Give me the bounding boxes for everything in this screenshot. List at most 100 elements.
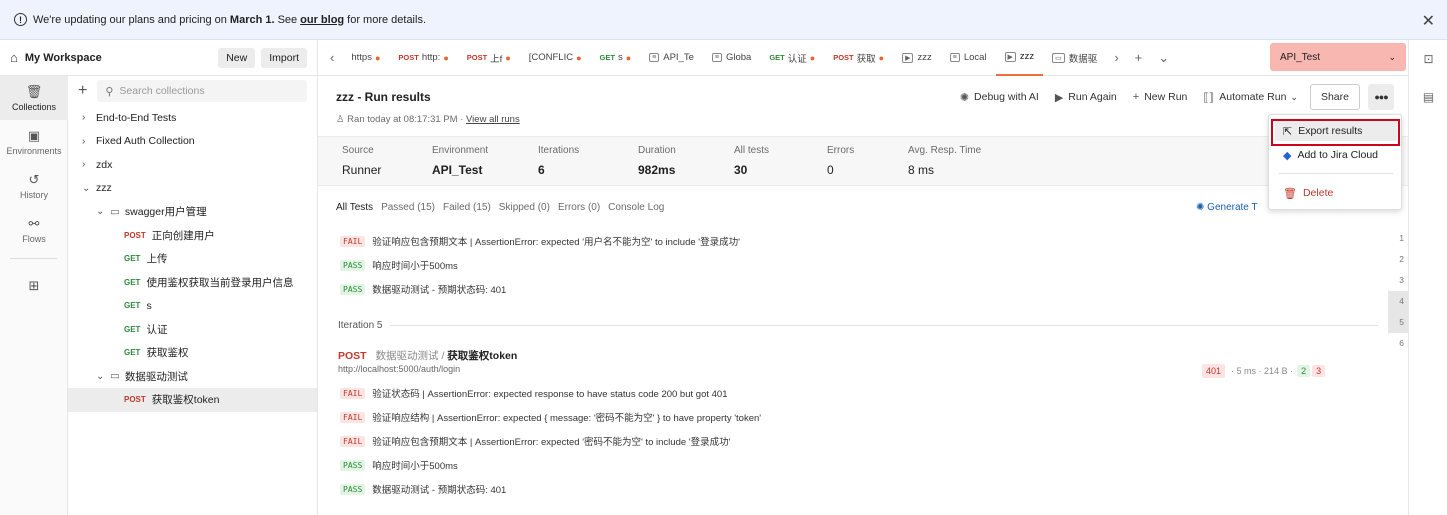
iteration-number[interactable]: 3	[1388, 270, 1408, 291]
tree-item-request[interactable]: GET 使用鉴权获取当前登录用户信息	[68, 271, 317, 295]
tree-item-request[interactable]: POST 正向创建用户	[68, 224, 317, 248]
close-banner-icon[interactable]: ✕	[1422, 11, 1435, 31]
stat-label: Source	[342, 145, 374, 156]
test-result-row: PASS 响应时间小于500ms	[340, 458, 458, 472]
tree-item-request[interactable]: GET 上传	[68, 247, 317, 271]
tree-item-folder[interactable]: ⌄ ▭ swagger用户管理	[68, 200, 317, 224]
iteration-number[interactable]: 4	[1388, 291, 1408, 312]
debug-with-ai-button[interactable]: ✺ Debug with AI	[960, 91, 1039, 104]
tab-console-log[interactable]: Console Log	[608, 202, 664, 213]
generate-label: Generate T	[1207, 202, 1258, 213]
action-label: New Run	[1144, 91, 1188, 103]
environment-select[interactable]: API_Test ⌄	[1270, 43, 1406, 71]
generate-tests-link[interactable]: ✺ Generate T	[1196, 202, 1258, 213]
tab[interactable]: POST 上f ●	[458, 40, 520, 76]
tab[interactable]: ≡ API_Te	[640, 40, 703, 76]
view-all-runs-link[interactable]: View all runs	[466, 114, 520, 125]
tab-label: 数据驱	[1068, 53, 1098, 65]
new-tab-icon[interactable]: +	[1127, 50, 1151, 65]
unsaved-dot-icon: ●	[443, 52, 449, 63]
tab[interactable]: ▶ zzz	[893, 40, 941, 76]
iteration-number[interactable]: 6	[1388, 333, 1408, 354]
new-run-button[interactable]: + New Run	[1133, 91, 1188, 103]
tab[interactable]: GET 认证 ●	[760, 40, 824, 76]
search-placeholder: Search collections	[119, 85, 205, 97]
sidebar-item-history[interactable]: ↺ History	[0, 164, 68, 208]
tree-item-folder[interactable]: ⌄ ▭ 数据驱动测试	[68, 365, 317, 389]
chevron-down-icon: ⌄	[96, 206, 105, 218]
request-name[interactable]: 获取鉴权token	[447, 350, 517, 362]
sidebar-item-label: History	[19, 190, 48, 200]
tab[interactable]: [CONFLIC ●	[520, 40, 591, 76]
right-rail: ⊡ ▤	[1408, 40, 1447, 515]
tab-method: POST	[833, 53, 854, 62]
grid-plus-icon: ⊞	[28, 278, 40, 293]
sidebar-item-configure[interactable]: ⊞	[0, 265, 68, 309]
iteration-number[interactable]: 1	[1388, 228, 1408, 249]
workspace-icon: ⌂	[10, 50, 18, 65]
tab[interactable]: ≡ Local	[941, 40, 996, 76]
collections-panel: + ⚲ Search collections › End-to-End Test…	[68, 76, 318, 515]
tree-item-collection[interactable]: › End-to-End Tests	[68, 106, 317, 130]
export-results-menu-item[interactable]: ⇱ Export results	[1275, 121, 1397, 141]
tab-active[interactable]: ▶ zzz	[995, 40, 1044, 76]
run-again-button[interactable]: ▶ Run Again	[1055, 91, 1117, 104]
sidebar-item-flows[interactable]: ⚯ Flows	[0, 208, 68, 252]
tab-skipped[interactable]: Skipped (0)	[499, 202, 550, 213]
method-badge: GET	[124, 254, 141, 264]
tree-item-request-selected[interactable]: POST 获取鉴权token	[68, 388, 317, 412]
add-collection-icon[interactable]: +	[78, 82, 87, 100]
banner-blog-link[interactable]: our blog	[300, 14, 344, 26]
more-options-icon[interactable]: ●●●	[1368, 84, 1394, 110]
automate-run-button[interactable]: ⟦⟧ Automate Run ⌄	[1203, 91, 1298, 104]
tree-item-request[interactable]: GET s	[68, 294, 317, 318]
iteration-number[interactable]: 2	[1388, 249, 1408, 270]
tree-item-request[interactable]: GET 获取鉴权	[68, 341, 317, 365]
environment-quicklook-icon[interactable]: ⊡	[1409, 40, 1447, 78]
workspace-name[interactable]: My Workspace	[25, 52, 212, 64]
runner-icon: ▶	[1004, 51, 1016, 62]
comments-icon[interactable]: ▤	[1409, 78, 1447, 116]
tab[interactable]: ≡ Globa	[703, 40, 760, 76]
tab-label: s	[617, 52, 623, 63]
unsaved-dot-icon: ●	[576, 52, 582, 63]
tab[interactable]: https ●	[342, 40, 389, 76]
sidebar-item-collections[interactable]: 🗑 Collections	[0, 76, 68, 120]
method-badge: POST	[124, 230, 146, 240]
tree-item-request[interactable]: GET 认证	[68, 318, 317, 342]
tab-passed[interactable]: Passed (15)	[381, 202, 435, 213]
add-to-jira-menu-item[interactable]: ◆ Add to Jira Cloud	[1275, 145, 1397, 165]
announcement-banner: ! We're updating our plans and pricing o…	[0, 0, 1447, 40]
results-filter-tabs: All Tests Passed (15) Failed (15) Skippe…	[336, 202, 672, 213]
iteration-number[interactable]: 5	[1388, 312, 1408, 333]
tab[interactable]: POST 获取 ●	[824, 40, 893, 76]
method-badge: POST	[338, 350, 367, 362]
action-label: Automate Run	[1219, 91, 1287, 103]
share-button[interactable]: Share	[1309, 84, 1360, 110]
tree-item-collection[interactable]: › Fixed Auth Collection	[68, 130, 317, 154]
import-button[interactable]: Import	[261, 47, 307, 68]
tabs-scroll-right-icon[interactable]: ›	[1106, 50, 1126, 65]
tab[interactable]: ▭ 数据驱	[1043, 40, 1106, 76]
tab-failed[interactable]: Failed (15)	[443, 202, 491, 213]
delete-menu-item[interactable]: 🗑 Delete	[1275, 183, 1397, 203]
search-collections-input[interactable]: ⚲ Search collections	[97, 80, 307, 102]
iteration-index: 1 2 3 4 5 6	[1388, 228, 1408, 354]
chevron-down-icon: ⌄	[1388, 51, 1396, 62]
tab-label: 上f	[490, 53, 503, 65]
sidebar-item-environments[interactable]: ▣ Environments	[0, 120, 68, 164]
sidebar-item-label: Collections	[11, 102, 57, 112]
tab-errors[interactable]: Errors (0)	[558, 202, 600, 213]
tabs-overflow-chevron-icon[interactable]: ⌄	[1150, 50, 1177, 66]
tree-item-collection[interactable]: ⌄ zzz	[68, 177, 317, 201]
tab[interactable]: POST http: ●	[389, 40, 457, 76]
run-subtitle: ♙ Ran today at 08:17:31 PM · View all ru…	[336, 114, 520, 125]
tree-item-label: 正向创建用户	[151, 229, 215, 242]
tabs-scroll-left-icon[interactable]: ‹	[322, 50, 342, 65]
new-button[interactable]: New	[218, 47, 256, 68]
tab[interactable]: GET s ●	[591, 40, 641, 76]
stat-label: Duration	[638, 145, 676, 156]
tree-item-collection[interactable]: › zdx	[68, 153, 317, 177]
tab-all-tests[interactable]: All Tests	[336, 202, 373, 213]
tree-item-label: 使用鉴权获取当前登录用户信息	[146, 276, 294, 289]
